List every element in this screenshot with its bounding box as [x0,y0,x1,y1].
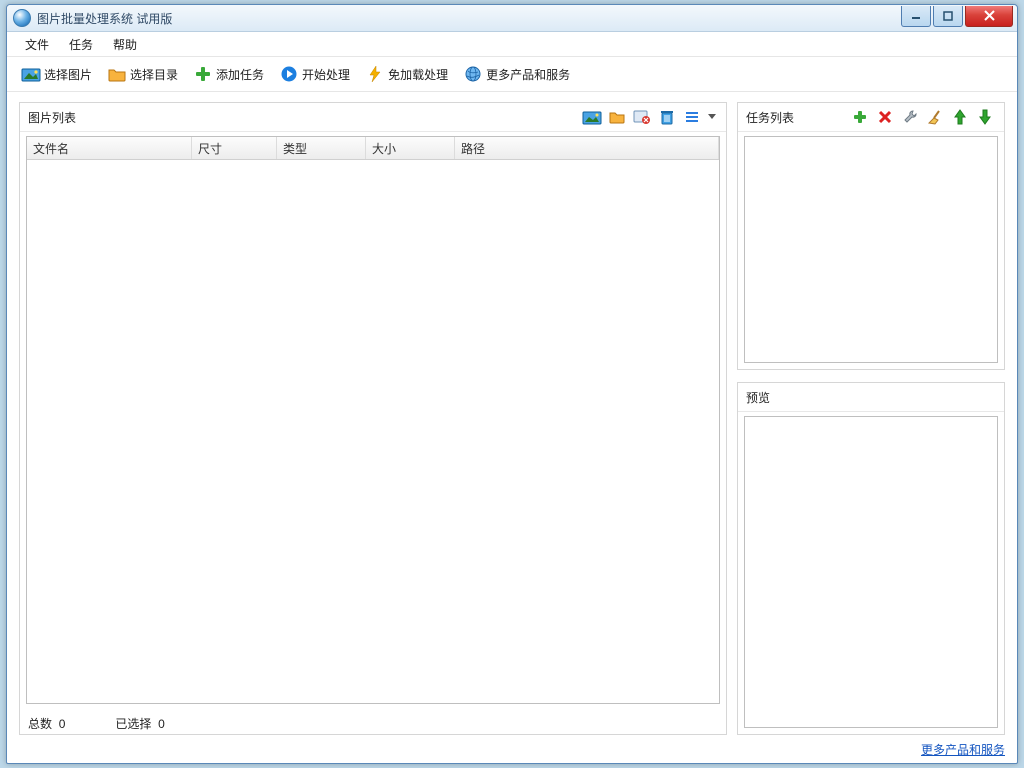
trash-icon [660,109,674,125]
image-table[interactable]: 文件名 尺寸 类型 大小 路径 [26,136,720,704]
preview-header: 预览 [738,383,1004,412]
x-icon [878,110,892,124]
col-path[interactable]: 路径 [455,137,719,159]
arrow-down-icon [979,109,991,125]
select-images-label: 选择图片 [44,66,92,83]
plus-icon [853,110,867,124]
task-move-down-button[interactable] [974,106,996,128]
col-size[interactable]: 大小 [366,137,455,159]
total-label: 总数 [28,717,52,731]
select-folder-button[interactable]: 选择目录 [101,62,185,87]
minimize-button[interactable] [901,6,931,27]
play-icon [280,66,298,82]
app-icon [13,9,31,27]
preview-title: 预览 [746,389,770,406]
start-process-label: 开始处理 [302,66,350,83]
no-load-process-label: 免加载处理 [388,66,448,83]
image-list-tools [581,106,718,128]
right-column: 任务列表 [737,102,1005,735]
add-task-label: 添加任务 [216,66,264,83]
add-image-tool[interactable] [581,106,603,128]
no-load-process-button[interactable]: 免加载处理 [359,62,455,87]
image-table-header: 文件名 尺寸 类型 大小 路径 [27,137,719,160]
more-products-button[interactable]: 更多产品和服务 [457,62,577,87]
select-images-button[interactable]: 选择图片 [15,62,99,87]
maximize-icon [943,11,953,21]
image-icon [583,110,601,124]
globe-icon [464,66,482,82]
col-dims[interactable]: 尺寸 [192,137,277,159]
maximize-button[interactable] [933,6,963,27]
plus-icon [194,66,212,82]
total-group: 总数 0 [28,715,65,732]
add-folder-tool[interactable] [606,106,628,128]
image-icon [22,66,40,82]
task-list-body[interactable] [744,136,998,363]
image-list-status: 总数 0 已选择 0 [20,710,726,734]
menu-help[interactable]: 帮助 [103,32,147,57]
total-value: 0 [59,717,66,731]
preview-panel: 预览 [737,382,1005,735]
view-mode-dropdown[interactable] [706,106,718,128]
image-list-panel: 图片列表 [19,102,727,735]
task-list-tools [849,106,996,128]
folder-icon [108,66,126,82]
task-list-title: 任务列表 [746,109,794,126]
window-buttons [901,6,1013,27]
task-delete-button[interactable] [874,106,896,128]
add-task-button[interactable]: 添加任务 [187,62,271,87]
remove-image-tool[interactable] [631,106,653,128]
task-clear-button[interactable] [924,106,946,128]
broom-icon [927,109,943,125]
more-products-label: 更多产品和服务 [486,66,570,83]
close-icon [984,10,995,21]
clear-images-tool[interactable] [656,106,678,128]
task-add-button[interactable] [849,106,871,128]
lightning-icon [366,66,384,82]
left-column: 图片列表 [19,102,727,735]
app-window: 图片批量处理系统 试用版 文件 任务 帮助 选择图片 [6,4,1018,764]
list-icon [685,110,699,124]
selected-value: 0 [158,717,165,731]
task-settings-button[interactable] [899,106,921,128]
selected-label: 已选择 [115,717,151,731]
selected-group: 已选择 0 [115,715,164,732]
image-list-title: 图片列表 [28,109,76,126]
menu-file[interactable]: 文件 [15,32,59,57]
image-list-header: 图片列表 [20,103,726,132]
footer: 更多产品和服务 [7,739,1017,763]
chevron-down-icon [708,114,716,120]
close-button[interactable] [965,6,1013,27]
task-list-header: 任务列表 [738,103,1004,132]
window-title: 图片批量处理系统 试用版 [37,10,172,27]
task-move-up-button[interactable] [949,106,971,128]
titlebar: 图片批量处理系统 试用版 [7,5,1017,32]
menu-task[interactable]: 任务 [59,32,103,57]
body: 图片列表 [7,92,1017,739]
view-mode-tool[interactable] [681,106,703,128]
main-toolbar: 选择图片 选择目录 添加任务 开始处理 免加载处理 [7,57,1017,92]
minimize-icon [911,11,921,21]
col-filename[interactable]: 文件名 [27,137,192,159]
menu-bar: 文件 任务 帮助 [7,32,1017,57]
more-products-link[interactable]: 更多产品和服务 [921,741,1005,758]
arrow-up-icon [954,109,966,125]
task-list-panel: 任务列表 [737,102,1005,370]
image-remove-icon [634,110,650,124]
folder-icon [609,110,625,124]
wrench-icon [902,109,918,125]
preview-body [744,416,998,728]
col-type[interactable]: 类型 [277,137,366,159]
start-process-button[interactable]: 开始处理 [273,62,357,87]
select-folder-label: 选择目录 [130,66,178,83]
